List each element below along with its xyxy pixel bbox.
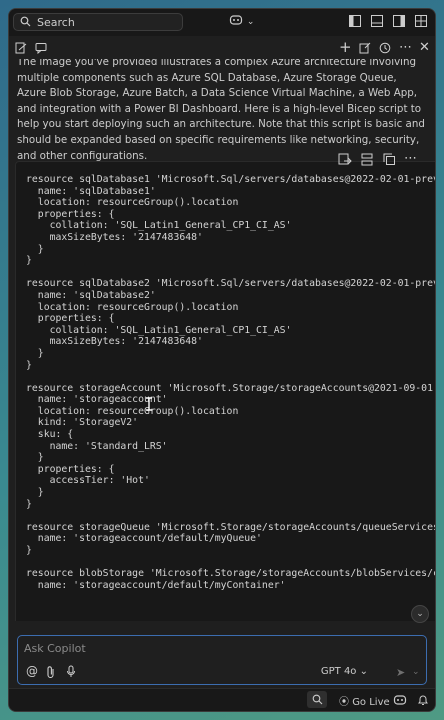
model-picker-label: GPT 4o bbox=[320, 666, 357, 677]
model-picker[interactable]: GPT 4o ⌄ bbox=[321, 666, 368, 677]
chevron-down-icon: ⌄ bbox=[246, 17, 255, 27]
go-live-label: Go Live bbox=[352, 697, 390, 708]
insert-at-cursor-icon[interactable] bbox=[361, 153, 374, 166]
code-content: resource sqlDatabase1 'Microsoft.Sql/ser… bbox=[26, 174, 435, 591]
model-chevron-icon: ⌄ bbox=[359, 666, 368, 677]
copilot-menu-button[interactable]: ⌄ bbox=[229, 14, 254, 29]
scroll-down-button[interactable]: ⌄ bbox=[411, 605, 429, 623]
send-icon[interactable]: ➤ bbox=[396, 666, 405, 679]
edit-file-icon[interactable] bbox=[15, 42, 27, 54]
close-icon[interactable]: ✕ bbox=[419, 41, 430, 54]
more-actions-icon[interactable]: ⋯ bbox=[399, 41, 412, 54]
copilot-icon bbox=[229, 15, 243, 25]
code-block: resource sqlDatabase1 'Microsoft.Sql/ser… bbox=[15, 161, 435, 621]
zoom-button[interactable] bbox=[307, 691, 327, 708]
broadcast-icon: ⦿ bbox=[339, 697, 349, 708]
zoom-icon bbox=[312, 694, 323, 705]
search-icon bbox=[20, 16, 31, 27]
status-bar: ⦿ Go Live bbox=[9, 688, 435, 711]
attach-icon[interactable] bbox=[46, 666, 56, 678]
toggle-sidebar-icon[interactable] bbox=[349, 15, 361, 27]
chat-input-placeholder: Ask Copilot bbox=[24, 642, 86, 655]
chat-input[interactable]: Ask Copilot @ GPT 4o ⌄ ➤ ⌄ bbox=[17, 635, 427, 685]
toggle-secondary-sidebar-icon[interactable] bbox=[393, 15, 405, 27]
code-more-icon[interactable]: ⋯ bbox=[404, 152, 417, 165]
new-edit-icon[interactable] bbox=[359, 42, 371, 54]
history-icon[interactable] bbox=[379, 42, 391, 54]
title-bar: ← Search ⌄ bbox=[9, 9, 435, 37]
apply-in-editor-icon[interactable] bbox=[338, 153, 352, 166]
copilot-status-icon[interactable] bbox=[393, 694, 407, 706]
search-label: Search bbox=[37, 16, 75, 29]
toggle-panel-icon[interactable] bbox=[371, 15, 383, 27]
new-chat-icon[interactable]: + bbox=[339, 40, 352, 55]
copy-icon[interactable] bbox=[383, 153, 396, 166]
search-input[interactable]: Search bbox=[13, 13, 183, 31]
chat-content: The image you've provided illustrates a … bbox=[9, 59, 435, 621]
microphone-icon[interactable] bbox=[66, 665, 76, 678]
send-options-chevron-icon[interactable]: ⌄ bbox=[412, 666, 420, 679]
notifications-icon[interactable] bbox=[417, 694, 429, 706]
mention-icon[interactable]: @ bbox=[26, 665, 38, 678]
app-window: ← Search ⌄ bbox=[8, 8, 436, 712]
customize-layout-icon[interactable] bbox=[415, 15, 427, 27]
response-text: The image you've provided illustrates a … bbox=[17, 59, 425, 162]
go-live-button[interactable]: ⦿ Go Live bbox=[339, 693, 390, 708]
text-cursor-icon bbox=[146, 397, 152, 411]
chat-icon[interactable] bbox=[35, 42, 47, 54]
